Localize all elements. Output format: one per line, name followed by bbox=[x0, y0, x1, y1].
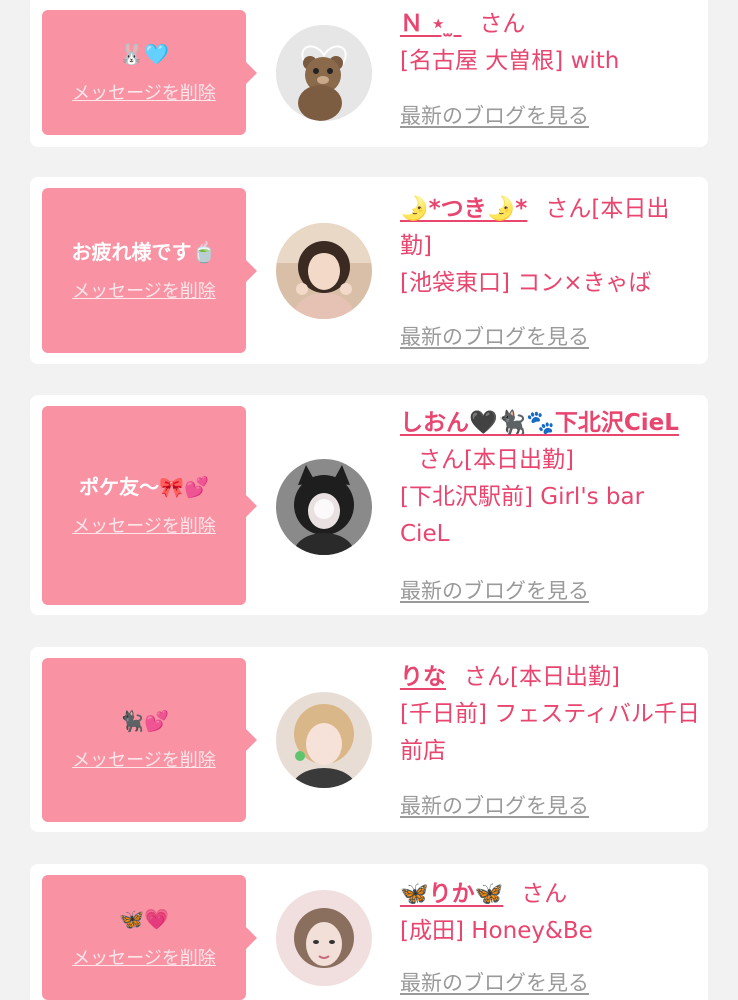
user-name-link[interactable]: 🌛*つき🌛* bbox=[400, 196, 527, 222]
status-text: [本日出勤] bbox=[510, 664, 620, 690]
message-text: 🦋💗 bbox=[119, 906, 169, 931]
delete-message-link[interactable]: メッセージを削除 bbox=[72, 512, 216, 538]
shop-text: [名古屋 大曽根] with bbox=[400, 48, 620, 74]
delete-message-link[interactable]: メッセージを削除 bbox=[72, 277, 216, 303]
latest-blog-link[interactable]: 最新のブログを見る bbox=[400, 100, 589, 130]
honorific: さん bbox=[464, 664, 510, 690]
message-list: 🐰🩵 メッセージを削除 Ｎ ⋆ ̫ さん [名古屋 大曽根] with 最新のブ bbox=[0, 0, 738, 1000]
message-text: ポケ友〜🎀💕 bbox=[79, 474, 209, 499]
latest-blog-link[interactable]: 最新のブログを見る bbox=[400, 575, 589, 605]
honorific: さん bbox=[545, 196, 592, 222]
latest-blog-link[interactable]: 最新のブログを見る bbox=[400, 790, 589, 820]
list-item: 🦋💗 メッセージを削除 🦋りか🦋 さん [成田] Honey&Be 最新のブログを… bbox=[30, 864, 708, 1000]
user-name-link[interactable]: りな bbox=[400, 664, 446, 690]
list-item: ポケ友〜🎀💕 メッセージを削除 しおん🖤🐈‍⬛🐾下北沢CieLさん[本日出勤] … bbox=[30, 395, 708, 615]
list-item: 🐈‍⬛💕 メッセージを削除 りな さん[本日出勤] [千日前] フェスティバル千日… bbox=[30, 647, 708, 832]
honorific: さん bbox=[479, 11, 526, 37]
message-bubble: 🐈‍⬛💕 メッセージを削除 bbox=[42, 658, 246, 822]
message-bubble: ポケ友〜🎀💕 メッセージを削除 bbox=[42, 406, 246, 605]
shop-text: [成田] Honey&Be bbox=[400, 918, 593, 944]
avatar[interactable] bbox=[276, 890, 372, 986]
delete-message-link[interactable]: メッセージを削除 bbox=[72, 79, 216, 105]
delete-message-link[interactable]: メッセージを削除 bbox=[72, 746, 216, 772]
shop-text: [下北沢駅前] Girl's bar CieL bbox=[400, 484, 645, 547]
user-name-link[interactable]: 🦋りか🦋 bbox=[400, 881, 503, 907]
message-text: お疲れ様です🍵 bbox=[71, 239, 217, 264]
message-text: 🐰🩵 bbox=[119, 41, 169, 66]
avatar[interactable] bbox=[276, 223, 372, 319]
avatar[interactable] bbox=[276, 25, 372, 121]
user-name-link[interactable]: しおん🖤🐈‍⬛🐾下北沢CieL bbox=[400, 410, 679, 436]
user-name-link[interactable]: Ｎ ⋆ ̫ bbox=[400, 11, 461, 37]
message-bubble: お疲れ様です🍵 メッセージを削除 bbox=[42, 188, 246, 353]
latest-blog-link[interactable]: 最新のブログを見る bbox=[400, 967, 589, 997]
list-item: 🐰🩵 メッセージを削除 Ｎ ⋆ ̫ さん [名古屋 大曽根] with 最新のブ bbox=[30, 0, 708, 147]
honorific: さん bbox=[521, 881, 568, 907]
latest-blog-link[interactable]: 最新のブログを見る bbox=[400, 321, 589, 351]
message-text: 🐈‍⬛💕 bbox=[119, 709, 169, 733]
message-bubble: 🐰🩵 メッセージを削除 bbox=[42, 10, 246, 135]
shop-text: [千日前] フェスティバル千日前店 bbox=[400, 701, 700, 764]
status-text: [本日出勤] bbox=[464, 447, 574, 473]
delete-message-link[interactable]: メッセージを削除 bbox=[72, 944, 216, 970]
avatar[interactable] bbox=[276, 692, 372, 788]
shop-text: [池袋東口] コン×きゃば bbox=[400, 270, 652, 296]
honorific: さん bbox=[418, 447, 464, 473]
avatar[interactable] bbox=[276, 459, 372, 555]
message-bubble: 🦋💗 メッセージを削除 bbox=[42, 875, 246, 1000]
list-item: お疲れ様です🍵 メッセージを削除 🌛*つき🌛* さん[本日出勤] [池袋東口] コ… bbox=[30, 177, 708, 364]
